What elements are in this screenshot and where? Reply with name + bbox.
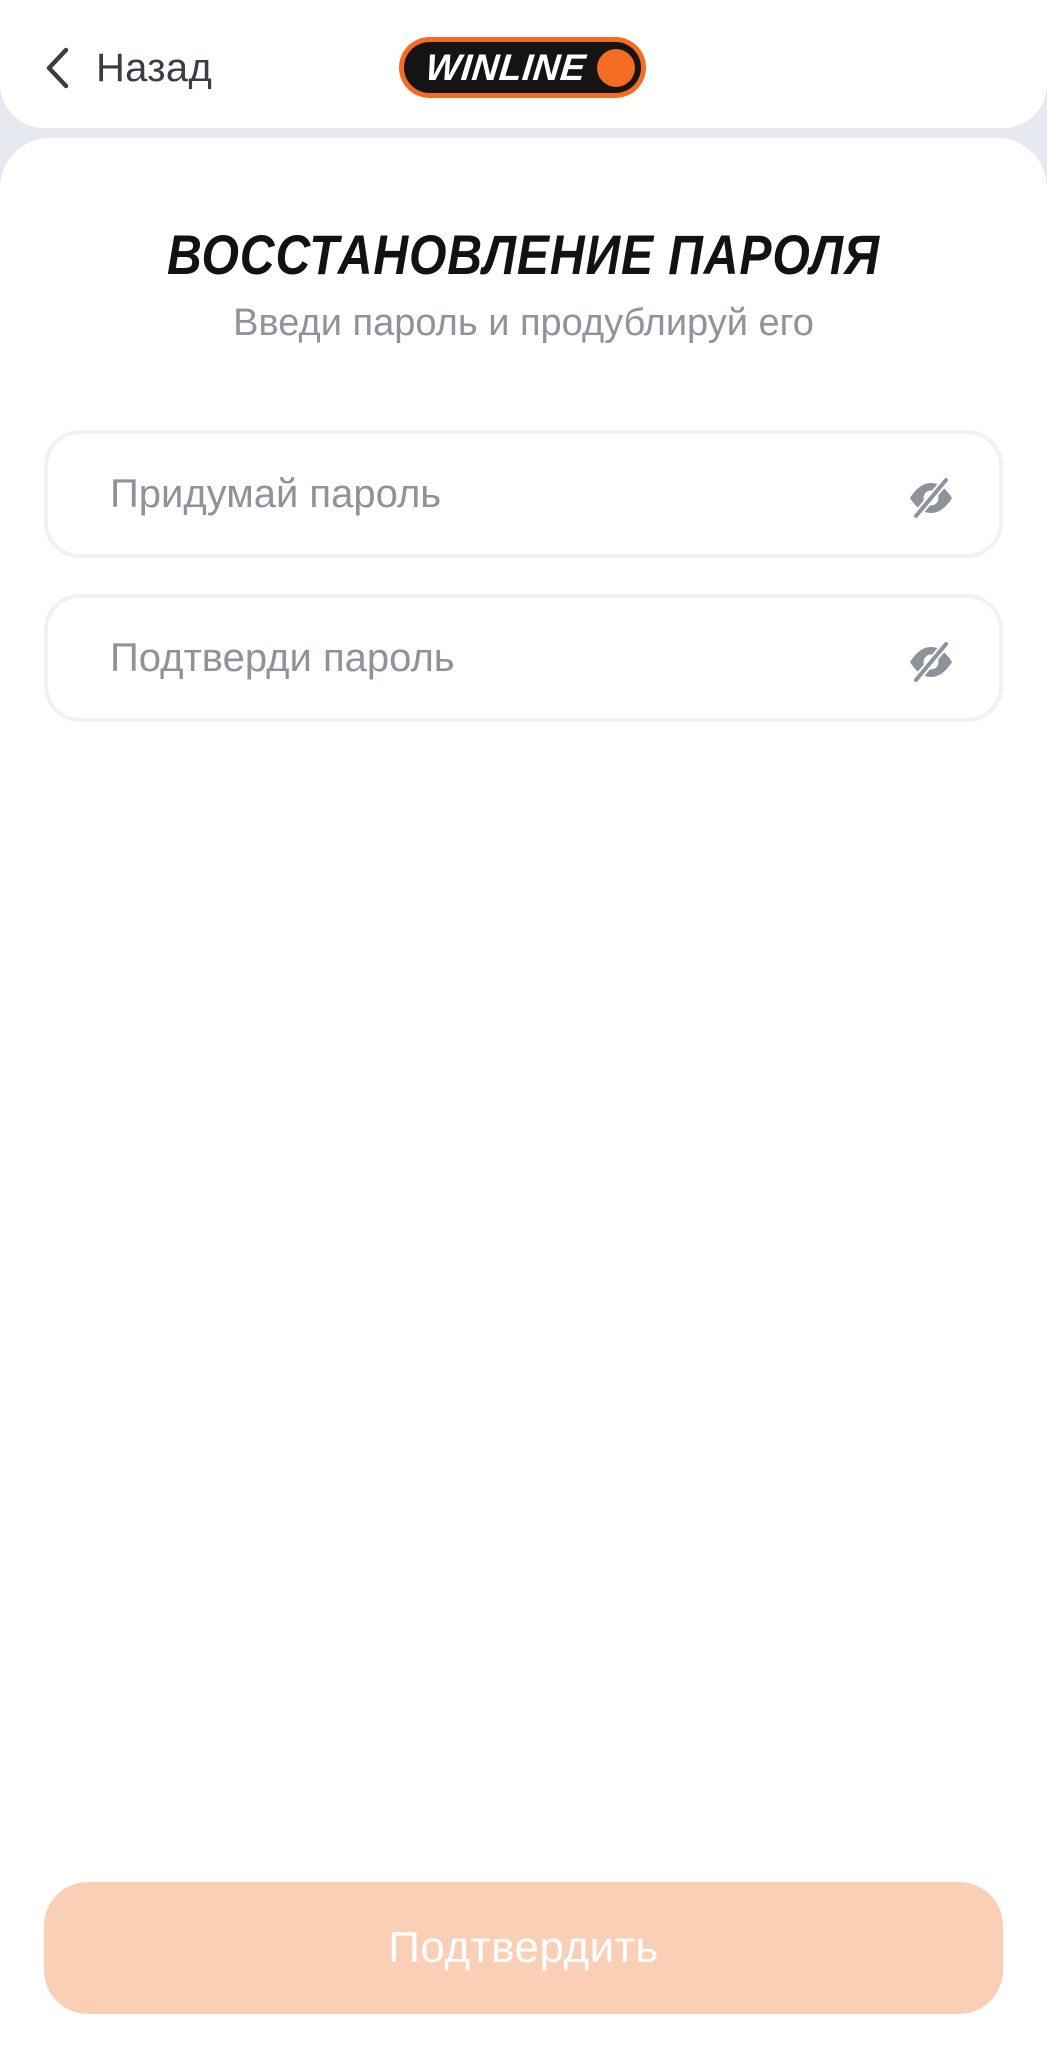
winline-logo: WINLINE [399,37,646,98]
logo-badge: WINLINE [404,42,641,93]
eye-off-icon[interactable] [907,638,955,686]
new-password-input[interactable] [110,434,890,554]
eye-off-icon[interactable] [907,474,955,522]
top-bar: Назад WINLINE [0,0,1047,128]
back-label: Назад [96,45,213,90]
confirm-password-input[interactable] [110,598,890,718]
page-subtitle: Введи пароль и продублируй его [233,302,814,344]
content-card [0,138,1047,2068]
confirm-password-field[interactable] [44,594,1003,722]
new-password-field[interactable] [44,430,1003,558]
page-title: ВОССТАНОВЛЕНИЕ ПАРОЛЯ [167,223,880,286]
confirm-button[interactable]: Подтвердить [44,1882,1003,2014]
back-button[interactable]: Назад [44,28,212,108]
logo-dot [597,48,635,87]
logo-text: WINLINE [423,47,588,88]
chevron-left-icon [46,47,69,89]
